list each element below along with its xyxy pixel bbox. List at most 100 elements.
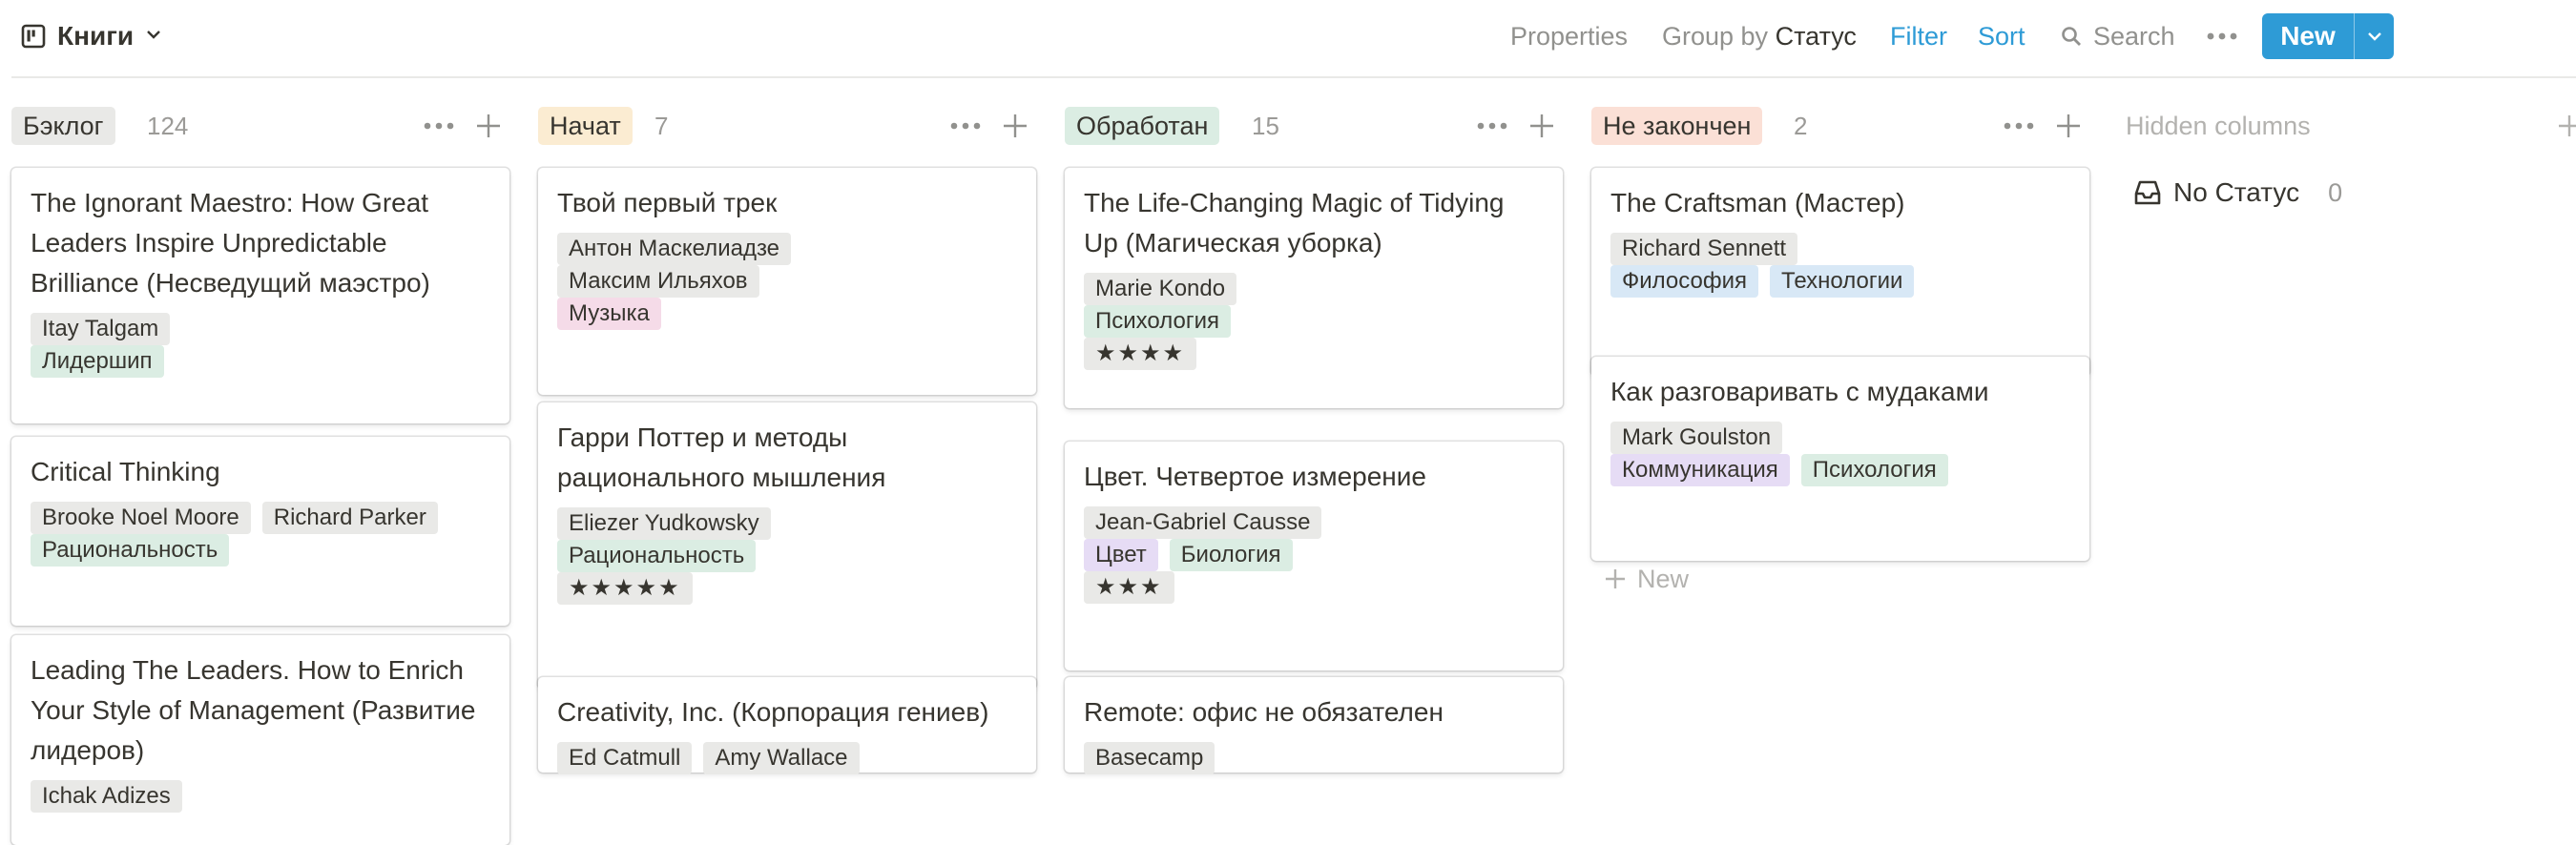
author-tag: Mark Goulston <box>1610 422 1783 454</box>
column-status-pill[interactable]: Бэклог <box>11 107 115 145</box>
board-card[interactable]: Твой первый трек Антон Маскелиадзе Максим … <box>538 168 1036 395</box>
add-card-label: New <box>1637 564 1690 593</box>
column-status-pill[interactable]: Обработан <box>1065 107 1220 145</box>
search-button[interactable]: Search <box>2061 15 2175 57</box>
author-tag: Itay Talgam <box>31 313 171 345</box>
plus-icon <box>1004 114 1027 137</box>
card-body: Цвет. Четвертое измерение Jean-Gabriel Ca… <box>1065 442 1563 617</box>
board-card[interactable]: Remote: офис не обязателен Basecamp <box>1065 677 1563 774</box>
add-column-button[interactable] <box>2557 107 2576 145</box>
card-property-row: Richard Sennett <box>1610 233 2070 265</box>
column-more-button[interactable] <box>2002 107 2036 145</box>
hidden-columns-title: Hidden columns <box>2126 112 2311 140</box>
board-card[interactable]: Как разговаривать с мудаками Mark Goulsto… <box>1591 357 2089 561</box>
board-card[interactable]: Цвет. Четвертое измерение Jean-Gabriel Ca… <box>1065 442 1563 670</box>
column-add-card-button[interactable] <box>2051 107 2086 145</box>
column-more-button[interactable] <box>948 107 983 145</box>
card-body: The Life-Changing Magic of Tidying Up (М… <box>1065 168 1563 383</box>
author-tag: Максим Ильяхов <box>557 265 759 298</box>
card-title: Leading The Leaders. How to Enrich Your … <box>31 655 476 765</box>
card-title: Critical Thinking <box>31 457 220 486</box>
category-tag: Коммуникация <box>1610 454 1790 486</box>
column-add-card-button[interactable] <box>471 107 506 145</box>
column-add-card-button[interactable] <box>998 107 1032 145</box>
card-body: Creativity, Inc. (Корпорация гениев) Ed C… <box>538 677 1036 788</box>
column-add-card-button[interactable] <box>1525 107 1559 145</box>
rating-tag: ★★★★★ <box>557 572 693 605</box>
card-property-row: Basecamp <box>1084 742 1544 774</box>
hidden-column-count: 0 <box>2328 177 2343 207</box>
category-tag: Лидершип <box>31 345 164 378</box>
category-tag: Психология <box>1800 454 1948 486</box>
plus-icon <box>2559 115 2576 136</box>
chevron-down-icon <box>2367 32 2381 41</box>
column-count: 7 <box>654 112 669 140</box>
card-body: Как разговаривать с мудаками Mark Goulsto… <box>1591 357 2089 500</box>
properties-button[interactable]: Properties <box>1510 15 1628 57</box>
card-title: Твой первый трек <box>557 188 778 217</box>
plus-icon <box>1530 114 1553 137</box>
category-tag: Психология <box>1084 305 1231 338</box>
board-card[interactable]: The Craftsman (Мастер) Richard Sennett Фил… <box>1591 168 2089 376</box>
board-card[interactable]: Гарри Поттер и методы рационального мышл… <box>538 402 1036 689</box>
more-horizontal-icon <box>2207 31 2237 41</box>
column-status-pill[interactable]: Начат <box>538 107 633 145</box>
column-count: 2 <box>1794 112 1808 140</box>
card-property-row: Цвет Биология <box>1084 539 1544 571</box>
search-label: Search <box>2093 22 2175 51</box>
hidden-column-no-status[interactable]: No Статус 0 <box>2133 172 2342 214</box>
author-tag: Ed Catmull <box>557 742 693 774</box>
card-property-row: Mark Goulston <box>1610 422 2070 454</box>
more-horizontal-icon <box>2004 122 2034 130</box>
column-more-button[interactable] <box>1475 107 1509 145</box>
filter-button[interactable]: Filter <box>1890 15 1947 57</box>
header-divider <box>11 76 2576 78</box>
author-tag: Marie Kondo <box>1084 273 1237 305</box>
rating-tag: ★★★★ <box>1084 338 1197 370</box>
more-horizontal-icon <box>950 122 981 130</box>
category-tag: Технологии <box>1770 265 1915 298</box>
more-horizontal-icon <box>424 122 454 130</box>
card-property-row: Itay Talgam <box>31 313 490 345</box>
card-property-row: Философия Технологии <box>1610 265 2070 298</box>
column-status-pill[interactable]: Не закончен <box>1591 107 1763 145</box>
card-property-row: Антон Маскелиадзе <box>557 233 1017 265</box>
rating-tag: ★★★ <box>1084 571 1174 604</box>
group-by-button[interactable]: Group by Статус <box>1662 15 1857 57</box>
top-bar: Книги Properties Group by Статус Filter … <box>0 0 2576 74</box>
card-body: The Ignorant Maestro: How Great Leaders … <box>11 168 509 391</box>
sort-button[interactable]: Sort <box>1978 15 2025 57</box>
new-button[interactable]: New <box>2262 13 2354 59</box>
card-body: The Craftsman (Мастер) Richard Sennett Фил… <box>1591 168 2089 311</box>
board-card[interactable]: Critical Thinking Brooke Noel Moore Richar… <box>11 437 509 626</box>
board-card[interactable]: The Life-Changing Magic of Tidying Up (М… <box>1065 168 1563 408</box>
card-property-row: ★★★ <box>1084 571 1544 604</box>
board-card[interactable]: Leading The Leaders. How to Enrich Your … <box>11 635 509 845</box>
card-body: Remote: офис не обязателен Basecamp <box>1065 677 1563 788</box>
column-header: Обработан 15 <box>1065 107 1563 145</box>
more-options-button[interactable] <box>2207 15 2237 57</box>
card-title: Цвет. Четвертое измерение <box>1084 462 1426 491</box>
category-tag: Цвет <box>1084 539 1158 571</box>
column-more-button[interactable] <box>422 107 456 145</box>
add-card-button[interactable]: New <box>1603 558 1689 600</box>
toolbar: Properties Group by Статус Filter Sort S… <box>0 15 2576 57</box>
board-card[interactable]: Creativity, Inc. (Корпорация гениев) Ed C… <box>538 677 1036 774</box>
category-tag: Музыка <box>557 298 661 330</box>
card-title: The Craftsman (Мастер) <box>1610 188 1905 217</box>
card-property-row: Brooke Noel Moore Richard Parker <box>31 502 490 534</box>
card-property-row: Jean-Gabriel Causse <box>1084 506 1544 539</box>
card-property-row: Психология <box>1084 305 1544 338</box>
card-property-row: Музыка <box>557 298 1017 330</box>
author-tag: Антон Маскелиадзе <box>557 233 792 265</box>
author-tag: Amy Wallace <box>703 742 860 774</box>
author-tag: Eliezer Yudkowsky <box>557 507 771 540</box>
more-horizontal-icon <box>1477 122 1507 130</box>
card-property-row: Максим Ильяхов <box>557 265 1017 298</box>
plus-icon <box>477 114 500 137</box>
board-card[interactable]: The Ignorant Maestro: How Great Leaders … <box>11 168 509 423</box>
card-property-row: Лидершип <box>31 345 490 378</box>
new-dropdown-button[interactable] <box>2355 13 2394 59</box>
card-property-row: Рациональность <box>31 534 490 567</box>
card-property-row: Коммуникация Психология <box>1610 454 2070 486</box>
